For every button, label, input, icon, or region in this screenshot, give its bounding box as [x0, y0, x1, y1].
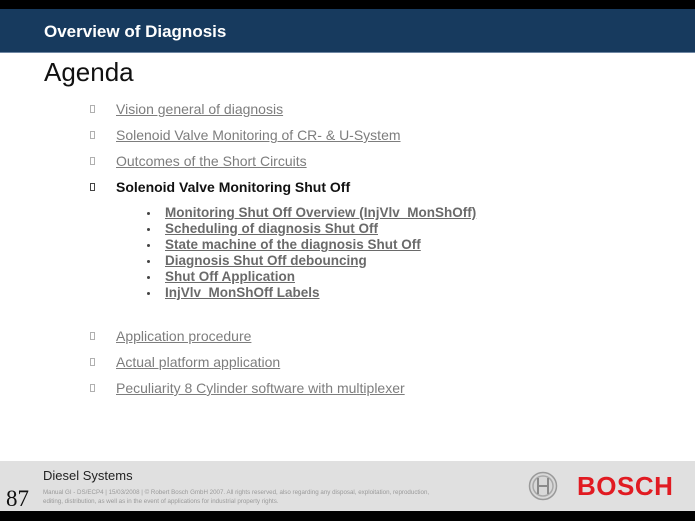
footer: Diesel Systems 87 Manual GI - DS/ECP4 | … [0, 461, 695, 511]
agenda-item[interactable]: Actual platform application [90, 354, 280, 370]
agenda-item-label[interactable]: Solenoid Valve Monitoring of CR- & U-Sys… [116, 127, 401, 143]
sub-item[interactable]: Shut Off Application [147, 269, 295, 284]
bosch-wordmark: BOSCH [577, 471, 674, 501]
square-bullet-icon [90, 105, 95, 113]
dot-bullet-icon [147, 244, 150, 247]
square-bullet-icon [90, 358, 95, 366]
square-bullet-icon [90, 384, 95, 392]
dot-bullet-icon [147, 276, 150, 279]
agenda-item-label[interactable]: Peculiarity 8 Cylinder software with mul… [116, 380, 405, 396]
agenda-item[interactable]: Application procedure [90, 328, 251, 344]
square-bullet-icon [90, 183, 95, 191]
agenda-item[interactable]: Vision general of diagnosis [90, 101, 283, 117]
agenda-item-label[interactable]: Outcomes of the Short Circuits [116, 153, 307, 169]
agenda-item[interactable]: Outcomes of the Short Circuits [90, 153, 307, 169]
agenda-item-label[interactable]: Application procedure [116, 328, 251, 344]
page-title: Agenda [44, 57, 134, 87]
agenda-item-label[interactable]: Actual platform application [116, 354, 280, 370]
sub-item-label[interactable]: State machine of the diagnosis Shut Off [165, 237, 421, 252]
header-band: Overview of Diagnosis [0, 9, 695, 53]
square-bullet-icon [90, 131, 95, 139]
footer-legal-line: editing, distribution, as well as in the… [43, 498, 279, 505]
footer-legal-text: Manual GI - DS/ECP4 | 15/03/2008 | © Rob… [43, 488, 503, 506]
square-bullet-icon [90, 157, 95, 165]
footer-company: Diesel Systems [43, 468, 133, 483]
agenda-item[interactable]: Peculiarity 8 Cylinder software with mul… [90, 380, 405, 396]
sub-item[interactable]: Scheduling of diagnosis Shut Off [147, 221, 378, 236]
dot-bullet-icon [147, 228, 150, 231]
agenda-item[interactable]: Solenoid Valve Monitoring of CR- & U-Sys… [90, 127, 401, 143]
page-number: 87 [6, 486, 29, 511]
sub-item-label[interactable]: InjVlv_MonShOff Labels [165, 285, 320, 300]
top-letterbox-bar [0, 0, 695, 9]
bosch-armature-logo-icon [528, 471, 558, 501]
dot-bullet-icon [147, 260, 150, 263]
sub-item-label[interactable]: Monitoring Shut Off Overview (InjVlv_Mon… [165, 205, 476, 220]
sub-item-label[interactable]: Scheduling of diagnosis Shut Off [165, 221, 378, 236]
bottom-letterbox-bar [0, 511, 695, 521]
agenda-item-label[interactable]: Vision general of diagnosis [116, 101, 283, 117]
sub-item-label[interactable]: Diagnosis Shut Off debouncing [165, 253, 367, 268]
header-title: Overview of Diagnosis [44, 22, 227, 41]
footer-legal-line: Manual GI - DS/ECP4 | 15/03/2008 | © Rob… [43, 489, 430, 496]
square-bullet-icon [90, 332, 95, 340]
agenda-item-active: Solenoid Valve Monitoring Shut Off [90, 179, 350, 195]
dot-bullet-icon [147, 212, 150, 215]
sub-item-label[interactable]: Shut Off Application [165, 269, 295, 284]
sub-item[interactable]: Diagnosis Shut Off debouncing [147, 253, 367, 268]
sub-item[interactable]: State machine of the diagnosis Shut Off [147, 237, 421, 252]
sub-item[interactable]: Monitoring Shut Off Overview (InjVlv_Mon… [147, 205, 476, 220]
sub-item[interactable]: InjVlv_MonShOff Labels [147, 285, 320, 300]
agenda-item-label: Solenoid Valve Monitoring Shut Off [116, 179, 351, 195]
dot-bullet-icon [147, 292, 150, 295]
